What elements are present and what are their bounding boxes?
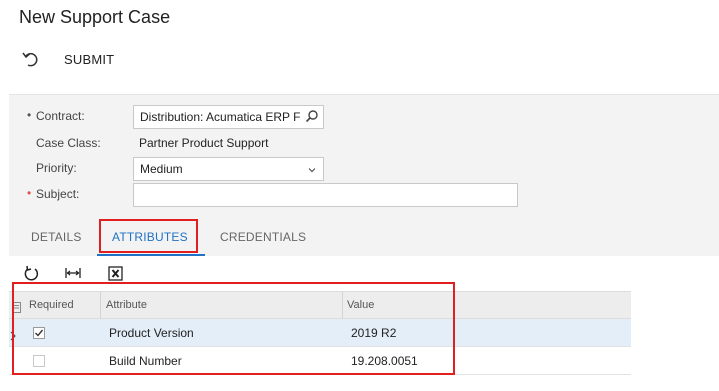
main-toolbar: SUBMIT bbox=[0, 48, 719, 72]
grid-toolbar bbox=[9, 262, 309, 284]
case-class-label: Case Class: bbox=[36, 136, 101, 150]
grid-highlight bbox=[12, 282, 455, 375]
search-icon[interactable] bbox=[305, 109, 319, 123]
contract-value: Distribution: Acumatica ERP F bbox=[140, 110, 301, 124]
priority-value: Medium bbox=[140, 162, 183, 176]
contract-field[interactable]: Distribution: Acumatica ERP F bbox=[133, 105, 324, 129]
priority-row: Priority: Medium bbox=[9, 157, 719, 181]
contract-row: • Contract: Distribution: Acumatica ERP … bbox=[9, 105, 719, 129]
active-tab-indicator bbox=[97, 254, 205, 256]
priority-select[interactable]: Medium bbox=[133, 157, 324, 181]
required-marker: • bbox=[27, 108, 32, 122]
attributes-tab-highlight bbox=[99, 219, 198, 253]
subject-label: Subject: bbox=[36, 187, 80, 201]
subject-field[interactable] bbox=[133, 183, 518, 207]
fit-columns-icon[interactable] bbox=[63, 263, 83, 283]
case-class-row: Case Class: Partner Product Support bbox=[9, 132, 719, 154]
case-form: • Contract: Distribution: Acumatica ERP … bbox=[9, 94, 719, 216]
subject-row: • Subject: bbox=[9, 183, 719, 207]
export-excel-icon[interactable] bbox=[106, 263, 126, 283]
required-marker: • bbox=[27, 186, 32, 200]
contract-label: Contract: bbox=[36, 109, 85, 123]
submit-button[interactable]: SUBMIT bbox=[64, 52, 114, 67]
undo-icon[interactable] bbox=[20, 50, 42, 70]
tab-credentials[interactable]: CREDENTIALS bbox=[220, 230, 306, 244]
refresh-icon[interactable] bbox=[21, 263, 41, 283]
page-title: New Support Case bbox=[19, 7, 171, 27]
priority-label: Priority: bbox=[36, 161, 77, 175]
chevron-down-icon[interactable] bbox=[307, 164, 317, 174]
case-class-value: Partner Product Support bbox=[139, 136, 269, 150]
tab-details[interactable]: DETAILS bbox=[31, 230, 82, 244]
